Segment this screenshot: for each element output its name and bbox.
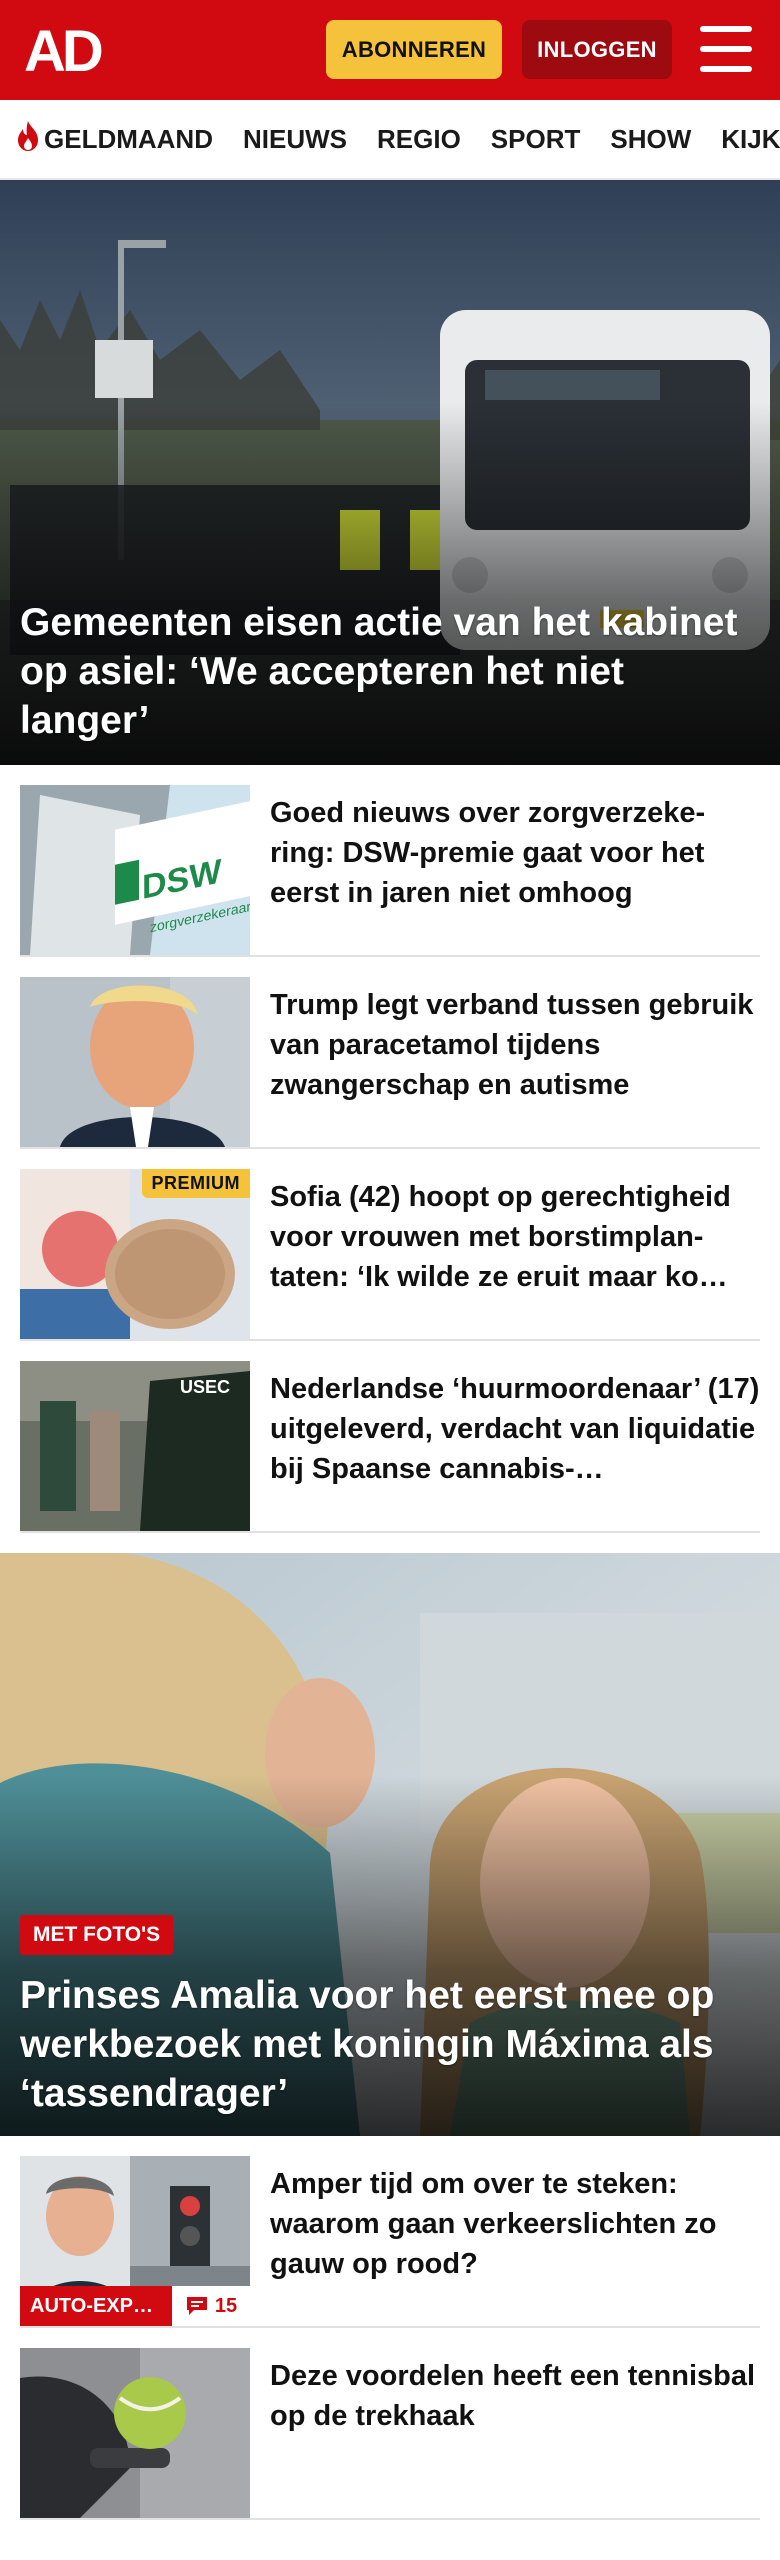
nav-item-nieuws[interactable]: NIEUWS	[243, 124, 347, 155]
comment-icon	[186, 2297, 207, 2315]
separator	[20, 1339, 760, 1359]
article-trump[interactable]: Trump legt verband tussen gebruik van pa…	[20, 977, 760, 1147]
nav-item-regio[interactable]: REGIO	[377, 124, 461, 155]
top-header: AD ABONNEREN INLOGGEN	[0, 0, 780, 100]
article-thumbnail	[20, 2348, 250, 2518]
article-sofia[interactable]: PREMIUM Sofia (42) hoopt op gerechtighei…	[20, 1169, 760, 1339]
article-thumbnail: DSW zorgverzekeraar	[20, 785, 250, 955]
flame-icon	[16, 120, 40, 159]
article-title: Sofia (42) hoopt op gerechtigheid voor v…	[270, 1181, 731, 1293]
article-huurmoordenaar[interactable]: USEC Nederlandse ‘huurmoordenaar’ (17) u…	[20, 1361, 760, 1531]
separator	[20, 2518, 760, 2538]
hero-title: Prinses Amalia voor het eerst mee op wer…	[20, 1974, 715, 2115]
separator	[20, 1531, 760, 1551]
premium-badge: PREMIUM	[141, 1169, 250, 1198]
nav-item-geldmaand[interactable]: GELDMAAND	[16, 120, 213, 159]
menu-line	[700, 26, 752, 32]
divider	[20, 2326, 760, 2328]
article-verkeerslichten[interactable]: AUTO-EXP… 15 Amper tijd om over te steke…	[20, 2156, 760, 2326]
nav-item-show[interactable]: SHOW	[610, 124, 691, 155]
divider	[20, 1531, 760, 1533]
divider	[20, 1147, 760, 1149]
nav-item-label: GELDMAAND	[44, 123, 213, 154]
article-title: Trump legt verband tussen gebruik van pa…	[270, 989, 754, 1101]
separator	[20, 1147, 760, 1167]
article-title: Nederlandse ‘huurmoordenaar’ (17) uitgel…	[270, 1373, 760, 1485]
svg-text:AD: AD	[24, 24, 102, 76]
divider	[20, 2518, 760, 2520]
separator	[20, 955, 760, 975]
article-title: Deze voordelen heeft een tennisbal op de…	[270, 2360, 756, 2432]
menu-line	[700, 46, 752, 52]
met-fotos-label: MET FOTO'S	[20, 1915, 174, 1955]
article-thumbnail: PREMIUM	[20, 1169, 250, 1339]
hamburger-menu-icon[interactable]	[700, 26, 752, 72]
nav-item-kijk[interactable]: KIJK	[721, 124, 780, 155]
subscribe-button[interactable]: ABONNEREN	[326, 20, 502, 79]
comment-count-value: 15	[214, 2294, 238, 2317]
hero-article-asiel[interactable]: Gemeenten eisen actie van het kabinet op…	[0, 180, 780, 765]
article-title: Goed nieuws over zorgverzeke-ring: DSW-p…	[270, 797, 706, 909]
login-button[interactable]: INLOGGEN	[522, 20, 672, 79]
hero-title: Gemeenten eisen actie van het kabinet op…	[20, 601, 738, 742]
menu-line	[700, 66, 752, 72]
article-thumbnail	[20, 977, 250, 1147]
hero-article-amalia[interactable]: MET FOTO'S Prinses Amalia voor het eerst…	[0, 1553, 780, 2136]
auto-expert-label: AUTO-EXP…	[20, 2286, 172, 2326]
comment-count[interactable]: 15	[172, 2286, 250, 2326]
article-title: Amper tijd om over te steken: waarom gaa…	[270, 2168, 717, 2280]
divider	[20, 955, 760, 957]
article-tennisbal[interactable]: Deze voordelen heeft een tennisbal op de…	[20, 2348, 760, 2518]
section-nav: GELDMAAND NIEUWS REGIO SPORT SHOW KIJK	[0, 100, 780, 180]
article-dsw[interactable]: DSW zorgverzekeraar Goed nieuws over zor…	[20, 785, 760, 955]
divider	[20, 1339, 760, 1341]
separator	[20, 2326, 760, 2346]
article-thumbnail: USEC	[20, 1361, 250, 1531]
ad-logo[interactable]: AD	[24, 22, 116, 78]
article-thumbnail: AUTO-EXP… 15	[20, 2156, 250, 2326]
nav-item-sport[interactable]: SPORT	[491, 124, 581, 155]
svg-text:USEC: USEC	[180, 1377, 230, 1397]
ad-logo-mark: AD	[24, 24, 106, 76]
